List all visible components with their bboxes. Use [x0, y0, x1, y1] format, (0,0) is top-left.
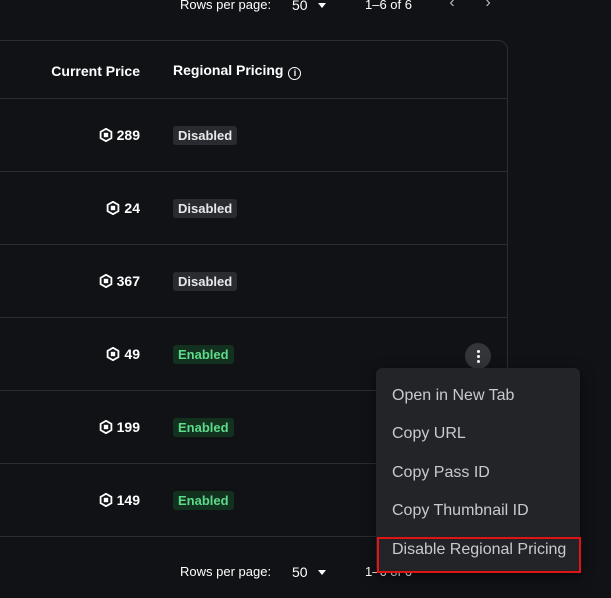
price-value: 24: [124, 200, 140, 216]
robux-icon: [99, 493, 112, 507]
robux-icon: [99, 128, 112, 142]
robux-icon: [107, 201, 120, 215]
status-badge: Enabled: [173, 418, 234, 437]
info-icon[interactable]: i: [288, 67, 302, 80]
robux-icon: [99, 274, 112, 288]
price-value: 367: [116, 273, 140, 289]
table-header: Current Price Regional Pricing i: [0, 41, 507, 99]
menu-item-copy-pass-id[interactable]: Copy Pass ID: [392, 464, 490, 482]
rows-per-page-select[interactable]: 50: [292, 564, 308, 580]
price-value: 289: [116, 127, 140, 143]
column-header-regional-pricing-label: Regional Pricing: [173, 62, 284, 78]
status-badge: Enabled: [173, 491, 234, 510]
robux-icon: [99, 420, 112, 434]
column-header-current-price[interactable]: Current Price: [51, 63, 140, 79]
more-options-icon[interactable]: [465, 343, 491, 369]
chevron-left-icon[interactable]: ‹: [444, 0, 460, 12]
chevron-down-icon[interactable]: [318, 3, 326, 8]
price-value: 49: [124, 346, 140, 362]
highlight-box: [377, 537, 581, 573]
status-badge: Disabled: [173, 126, 238, 145]
game-passes-page: Rows per page: 50 1–6 of 6 ‹ › Current P…: [0, 0, 611, 598]
table-row[interactable]: 24 Disabled: [0, 172, 507, 245]
menu-item-copy-thumbnail-id[interactable]: Copy Thumbnail ID: [392, 502, 529, 520]
robux-icon: [107, 347, 120, 361]
status-badge: Disabled: [173, 272, 238, 291]
price-value: 199: [116, 419, 140, 435]
rows-per-page-select[interactable]: 50: [292, 0, 308, 13]
price-cell: 199: [99, 419, 140, 435]
price-value: 149: [116, 492, 140, 508]
menu-item-open-in-new-tab[interactable]: Open in New Tab: [392, 387, 514, 405]
price-cell: 289: [99, 127, 140, 143]
page-range-text: 1–6 of 6: [365, 0, 412, 12]
menu-item-copy-url[interactable]: Copy URL: [392, 425, 466, 443]
price-cell: 24: [106, 200, 140, 216]
chevron-right-icon[interactable]: ›: [480, 0, 496, 12]
column-header-regional-pricing: Regional Pricing i: [173, 62, 302, 80]
price-cell: 367: [99, 273, 140, 289]
rows-per-page-label: Rows per page:: [180, 0, 272, 12]
table-row[interactable]: 367 Disabled: [0, 245, 507, 318]
table-row[interactable]: 289 Disabled: [0, 99, 507, 172]
status-badge: Disabled: [173, 199, 238, 218]
pagination-top: Rows per page: 50 1–6 of 6 ‹ ›: [0, 0, 611, 17]
rows-per-page-label: Rows per page:: [180, 564, 272, 579]
price-cell: 149: [99, 492, 140, 508]
status-badge: Enabled: [173, 345, 234, 364]
price-cell: 49: [106, 346, 140, 362]
chevron-down-icon[interactable]: [318, 570, 326, 575]
